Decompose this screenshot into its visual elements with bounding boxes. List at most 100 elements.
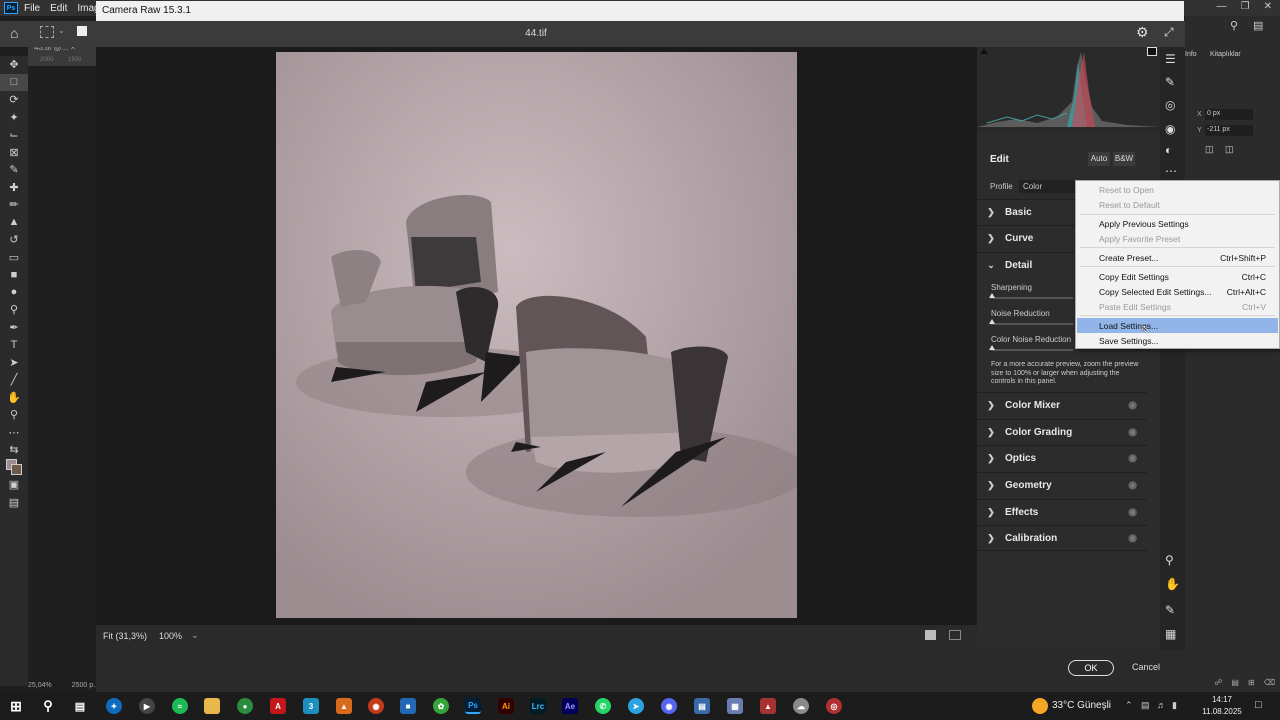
weather-text[interactable]: 33°C Güneşli — [1052, 700, 1111, 711]
eye-icon[interactable]: ◉ — [1128, 480, 1137, 491]
flip-vertical-icon[interactable]: ◫ — [1225, 144, 1234, 155]
eye-icon[interactable]: ◉ — [1128, 453, 1137, 464]
view-toggle-icon[interactable] — [949, 630, 961, 640]
dodge-tool-icon[interactable]: ⚲ — [0, 301, 28, 319]
sharpening-slider[interactable] — [991, 297, 1073, 299]
photoshop-taskbar-icon[interactable]: Ps — [465, 698, 481, 714]
brave-icon[interactable]: ◉ — [368, 698, 384, 714]
task-view-icon[interactable]: ▤ — [72, 698, 88, 714]
eye-icon[interactable]: ◉ — [1128, 427, 1137, 438]
menu-item-paste-edit-settings[interactable]: Paste Edit Settings Ctrl+V — [1077, 299, 1278, 314]
screen-mode-icon[interactable]: ▤ — [0, 494, 28, 512]
section-geometry[interactable]: ❯ Geometry ◉ — [977, 472, 1147, 498]
hand-icon[interactable]: ✋ — [1165, 577, 1180, 591]
healing-icon[interactable]: ✎ — [1165, 75, 1175, 89]
magic-wand-tool-icon[interactable]: ✦ — [0, 109, 28, 127]
menu-item-save-settings[interactable]: Save Settings... — [1077, 333, 1278, 348]
menu-edit[interactable]: Edit — [50, 3, 67, 14]
move-tool-icon[interactable]: ✥ — [0, 56, 28, 74]
tab-info[interactable]: Info — [1185, 51, 1197, 58]
bw-button[interactable]: B&W — [1113, 152, 1135, 166]
app-cloud-icon[interactable]: ☁ — [793, 698, 809, 714]
app-box-icon[interactable]: ▲ — [336, 698, 352, 714]
section-color-mixer[interactable]: ❯ Color Mixer ◉ — [977, 392, 1147, 418]
new-layer-icon[interactable]: ⊞ — [1248, 678, 1255, 690]
app-circle-icon[interactable]: ◎ — [826, 698, 842, 714]
zoom-icon[interactable]: ⚲ — [1165, 553, 1174, 567]
type-tool-icon[interactable]: T — [0, 336, 28, 354]
file-explorer-icon[interactable] — [204, 698, 220, 714]
y-field[interactable]: -211 px — [1205, 125, 1253, 136]
presets-icon[interactable]: ◐ — [1165, 143, 1172, 157]
healing-brush-tool-icon[interactable]: ✚ — [0, 179, 28, 197]
color-noise-reduction-slider[interactable] — [991, 349, 1073, 351]
menu-item-reset-to-default[interactable]: Reset to Default — [1077, 197, 1278, 212]
network-icon[interactable]: ▤ — [1141, 700, 1150, 711]
settings-gear-icon[interactable]: ⚙ — [1136, 24, 1149, 41]
menu-item-load-settings[interactable]: Load Settings... — [1077, 318, 1278, 333]
minimize-icon[interactable]: — — [1217, 1, 1227, 12]
app-shield-icon[interactable]: ■ — [400, 698, 416, 714]
menu-item-create-preset[interactable]: Create Preset... Ctrl+Shift+P — [1077, 250, 1278, 265]
marquee-tool-icon[interactable]: □ — [0, 73, 28, 91]
discord-icon[interactable]: ◉ — [661, 698, 677, 714]
swap-colors-icon[interactable]: ⇆ — [0, 441, 28, 459]
workspace-icon[interactable]: ▤ — [1253, 19, 1263, 32]
app-leaf-icon[interactable]: ✿ — [433, 698, 449, 714]
illustrator-icon[interactable]: Ai — [498, 698, 514, 714]
clone-stamp-tool-icon[interactable]: ▲ — [0, 214, 28, 232]
menu-item-apply-favorite-preset[interactable]: Apply Favorite Preset — [1077, 231, 1278, 246]
shadow-clipping-icon[interactable] — [980, 48, 988, 54]
section-optics[interactable]: ❯ Optics ◉ — [977, 445, 1147, 471]
eyedropper-tool-icon[interactable]: ✎ — [0, 161, 28, 179]
tab-libraries[interactable]: Kitaplıklar — [1210, 51, 1241, 58]
color-sampler-icon[interactable]: ✎ — [1165, 603, 1175, 617]
section-color-grading[interactable]: ❯ Color Grading ◉ — [977, 419, 1147, 445]
red-eye-icon[interactable]: ◉ — [1165, 122, 1175, 136]
battery-icon[interactable]: ▮ — [1172, 700, 1177, 711]
paint-bucket-tool-icon[interactable]: ■ — [0, 266, 28, 284]
clock-date[interactable]: 11.08.2025 — [1198, 707, 1246, 716]
grid-overlay-icon[interactable]: ▦ — [1165, 627, 1176, 641]
delete-layer-icon[interactable]: ⌫ — [1264, 678, 1275, 690]
flip-horizontal-icon[interactable]: ◫ — [1205, 144, 1214, 155]
color-noise-reduction-slider-thumb[interactable] — [989, 345, 995, 350]
app-red-icon[interactable]: ▲ — [760, 698, 776, 714]
search-icon[interactable]: ⚲ — [40, 698, 56, 714]
color-swatches-icon[interactable] — [0, 459, 28, 477]
section-effects[interactable]: ❯ Effects ◉ — [977, 499, 1147, 525]
cancel-button[interactable]: Cancel — [1132, 662, 1160, 672]
windows-start-icon[interactable]: ⊞ — [8, 698, 24, 714]
eye-icon[interactable]: ◉ — [1128, 533, 1137, 544]
zoom-tool-icon[interactable]: ⚲ — [0, 406, 28, 424]
zoom-100-button[interactable]: 100% — [159, 631, 182, 641]
menu-item-apply-previous-settings[interactable]: Apply Previous Settings — [1077, 216, 1278, 231]
frame-tool-icon[interactable]: ⊠ — [0, 144, 28, 162]
edit-sliders-icon[interactable]: ☰ — [1165, 52, 1176, 66]
whatsapp-icon[interactable]: ✆ — [595, 698, 611, 714]
blur-tool-icon[interactable]: ● — [0, 284, 28, 302]
crop-tool-icon[interactable]: ⌙ — [0, 126, 28, 144]
zoom-dropdown-icon[interactable]: ⌄ — [191, 630, 199, 641]
clock-time[interactable]: 14:17 — [1200, 695, 1244, 704]
eye-icon[interactable]: ◉ — [1128, 507, 1137, 518]
new-group-icon[interactable]: ▤ — [1231, 678, 1239, 690]
x-field[interactable]: 0 px — [1205, 109, 1253, 120]
menu-item-reset-to-open[interactable]: Reset to Open — [1077, 182, 1278, 197]
link-layers-icon[interactable]: ☍ — [1214, 678, 1222, 690]
close-icon[interactable]: ✕ — [1264, 1, 1272, 12]
masking-icon[interactable]: ◎ — [1165, 98, 1175, 112]
hand-tool-icon[interactable]: ✋ — [0, 389, 28, 407]
after-effects-icon[interactable]: Ae — [562, 698, 578, 714]
chrome-icon[interactable]: ● — [237, 698, 253, 714]
more-options-icon[interactable]: ⋯ — [1165, 164, 1177, 178]
copilot-icon[interactable]: ✦ — [106, 698, 122, 714]
sharpening-slider-thumb[interactable] — [989, 293, 995, 298]
remote-desktop-icon[interactable]: ▤ — [694, 698, 710, 714]
acrobat-icon[interactable]: A — [270, 698, 286, 714]
tray-chevron-icon[interactable]: ⌃ — [1125, 700, 1133, 711]
eye-icon[interactable]: ◉ — [1128, 400, 1137, 411]
brush-tool-icon[interactable]: ✏ — [0, 196, 28, 214]
search-icon[interactable]: ⚲ — [1230, 19, 1238, 32]
ok-button[interactable]: OK — [1068, 660, 1114, 676]
